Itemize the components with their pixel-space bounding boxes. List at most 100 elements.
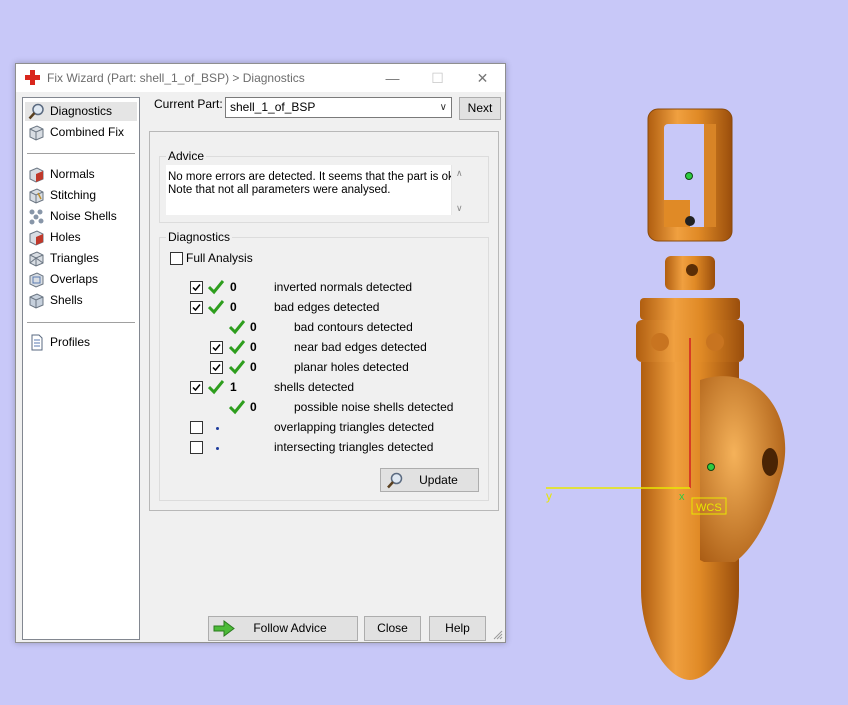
origin-marker[interactable] bbox=[707, 463, 715, 471]
wcs-label: WCS bbox=[696, 502, 722, 514]
count-value: 0 bbox=[250, 320, 257, 334]
shells-checkbox[interactable] bbox=[190, 381, 203, 394]
fix-wizard-window: Fix Wizard (Part: shell_1_of_BSP) > Diag… bbox=[15, 63, 506, 643]
near-bad-edges-checkbox[interactable] bbox=[210, 341, 223, 354]
shells-cube-icon bbox=[29, 293, 44, 309]
nav-label: Overlaps bbox=[50, 272, 99, 286]
count-value: 0 bbox=[250, 340, 257, 354]
planar-holes-checkbox[interactable] bbox=[210, 361, 223, 374]
diagnostics-group: Diagnostics Full Analysis 0 inverted nor… bbox=[159, 230, 489, 501]
x-axis-label: x bbox=[679, 491, 685, 503]
scroll-up-icon[interactable]: ∧ bbox=[456, 167, 463, 180]
row-label: intersecting triangles detected bbox=[274, 440, 434, 454]
pending-dot-icon bbox=[216, 427, 219, 430]
nav-label: Normals bbox=[50, 167, 95, 181]
advice-line-1: No more errors are detected. It seems th… bbox=[168, 171, 457, 183]
normals-cube-icon bbox=[29, 167, 44, 183]
green-arrow-right-icon bbox=[213, 620, 235, 637]
nav-item-triangles[interactable]: Triangles bbox=[25, 249, 137, 268]
window-title: Fix Wizard (Part: shell_1_of_BSP) > Diag… bbox=[47, 71, 305, 85]
close-window-button[interactable]: ✕ bbox=[460, 64, 505, 92]
resize-grip-icon[interactable] bbox=[493, 630, 503, 640]
maximize-button[interactable]: ☐ bbox=[415, 64, 460, 92]
update-button[interactable]: Update bbox=[380, 468, 479, 492]
green-check-icon bbox=[208, 300, 224, 315]
holes-cube-icon bbox=[29, 230, 44, 246]
row-label: planar holes detected bbox=[294, 360, 409, 374]
profile-document-icon bbox=[31, 334, 43, 351]
pivot-marker[interactable] bbox=[685, 172, 693, 180]
count-value: 1 bbox=[230, 380, 237, 394]
nav-separator bbox=[27, 153, 135, 154]
cube-icon bbox=[29, 125, 44, 141]
row-label: bad edges detected bbox=[274, 300, 380, 314]
nav-label: Combined Fix bbox=[50, 125, 125, 139]
nav-separator bbox=[27, 322, 135, 323]
nav-item-diagnostics[interactable]: Diagnostics bbox=[25, 102, 137, 121]
title-bar[interactable]: Fix Wizard (Part: shell_1_of_BSP) > Diag… bbox=[16, 64, 505, 92]
nav-label: Holes bbox=[50, 230, 81, 244]
wizard-nav: Diagnostics Combined Fix Normals Stitchi… bbox=[22, 97, 140, 640]
nav-item-overlaps[interactable]: Overlaps bbox=[25, 270, 137, 289]
count-value: 0 bbox=[230, 300, 237, 314]
green-check-icon bbox=[229, 340, 245, 355]
pending-dot-icon bbox=[216, 447, 219, 450]
y-axis-label: y bbox=[546, 489, 552, 503]
diagnostics-panel: Advice No more errors are detected. It s… bbox=[149, 131, 499, 511]
nav-label: Diagnostics bbox=[50, 104, 113, 118]
row-label: shells detected bbox=[274, 380, 355, 394]
nav-label: Noise Shells bbox=[50, 209, 117, 223]
advice-scrollbar[interactable]: ∧ ∨ bbox=[451, 165, 470, 215]
noise-shells-icon bbox=[29, 209, 44, 225]
advice-text-box: No more errors are detected. It seems th… bbox=[166, 165, 470, 215]
nav-label: Profiles bbox=[50, 335, 91, 349]
row-label: near bad edges detected bbox=[294, 340, 427, 354]
red-cross-app-icon bbox=[25, 70, 40, 85]
chevron-down-icon: ∨ bbox=[439, 102, 447, 113]
row-label: inverted normals detected bbox=[274, 280, 413, 294]
green-check-icon bbox=[208, 380, 224, 395]
overlaps-cube-icon bbox=[29, 272, 44, 288]
minimize-button[interactable]: — bbox=[370, 64, 415, 92]
green-check-icon bbox=[229, 400, 245, 415]
nav-item-shells[interactable]: Shells bbox=[25, 291, 137, 310]
triangles-cube-icon bbox=[29, 251, 44, 267]
current-part-value: shell_1_of_BSP bbox=[230, 100, 316, 114]
diagnostics-title: Diagnostics bbox=[166, 230, 233, 244]
advice-group: Advice No more errors are detected. It s… bbox=[159, 149, 489, 223]
stitching-cube-icon bbox=[29, 188, 44, 204]
nav-item-stitching[interactable]: Stitching bbox=[25, 186, 137, 205]
count-value: 0 bbox=[250, 400, 257, 414]
row-label: possible noise shells detected bbox=[294, 400, 454, 414]
next-button[interactable]: Next bbox=[459, 97, 501, 120]
magnifier-icon bbox=[387, 472, 403, 489]
follow-advice-label: Follow Advice bbox=[253, 621, 327, 635]
bad-edges-checkbox[interactable] bbox=[190, 301, 203, 314]
nav-label: Shells bbox=[50, 293, 83, 307]
close-button[interactable]: Close bbox=[364, 616, 421, 641]
follow-advice-button[interactable]: Follow Advice bbox=[208, 616, 358, 641]
magnifier-icon bbox=[28, 103, 44, 120]
nav-item-normals[interactable]: Normals bbox=[25, 165, 137, 184]
row-label: overlapping triangles detected bbox=[274, 420, 435, 434]
row-label: bad contours detected bbox=[294, 320, 413, 334]
intersecting-triangles-checkbox[interactable] bbox=[190, 441, 203, 454]
current-part-select[interactable]: shell_1_of_BSP ∨ bbox=[225, 97, 452, 118]
overlapping-triangles-checkbox[interactable] bbox=[190, 421, 203, 434]
inverted-normals-checkbox[interactable] bbox=[190, 281, 203, 294]
scroll-down-icon[interactable]: ∨ bbox=[456, 202, 463, 215]
advice-title: Advice bbox=[166, 149, 207, 163]
update-label: Update bbox=[419, 473, 458, 487]
count-value: 0 bbox=[250, 360, 257, 374]
nav-item-noise-shells[interactable]: Noise Shells bbox=[25, 207, 137, 226]
nav-label: Triangles bbox=[50, 251, 99, 265]
nav-item-holes[interactable]: Holes bbox=[25, 228, 137, 247]
green-check-icon bbox=[229, 320, 245, 335]
green-check-icon bbox=[229, 360, 245, 375]
green-check-icon bbox=[208, 280, 224, 295]
count-value: 0 bbox=[230, 280, 237, 294]
nav-item-profiles[interactable]: Profiles bbox=[25, 333, 137, 352]
full-analysis-checkbox[interactable] bbox=[170, 252, 183, 265]
nav-item-combined-fix[interactable]: Combined Fix bbox=[25, 123, 137, 142]
help-button[interactable]: Help bbox=[429, 616, 486, 641]
